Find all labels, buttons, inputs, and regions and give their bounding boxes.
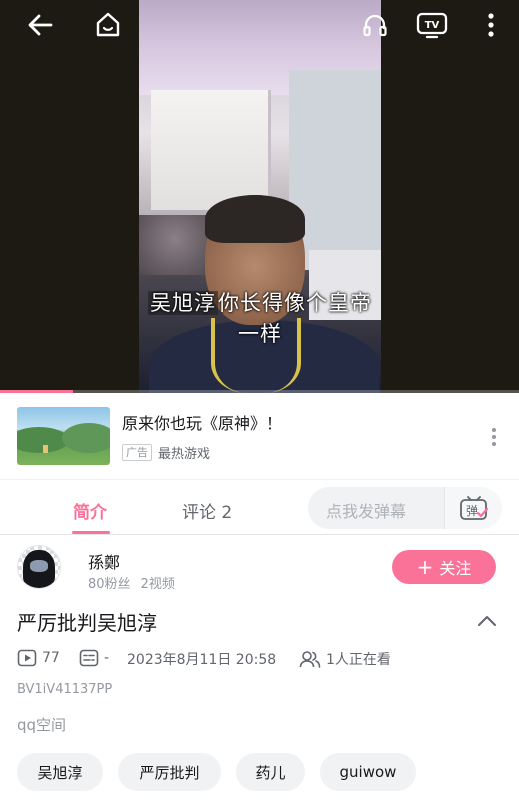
video-stats: 77 - 2023年8月11日 20:58 1人正在看 — [0, 641, 519, 675]
description-row: qq空间 — [0, 707, 519, 741]
title-row: 严厉批判吴旭淳 — [0, 607, 519, 641]
chevron-up-icon[interactable] — [477, 613, 497, 627]
tv-cast-icon[interactable]: TV — [415, 8, 449, 42]
ad-subline: 广告 最热游戏 — [122, 443, 282, 462]
ad-text: 原来你也玩《原神》！ 广告 最热游戏 — [122, 410, 282, 462]
tag-item[interactable]: 严厉批判 — [118, 753, 221, 791]
viewers-icon — [299, 651, 321, 668]
publish-date-value: 2023年8月11日 20:58 — [127, 652, 277, 668]
tag-list: 吴旭淳 严厉批判 药儿 guiwow — [0, 741, 519, 791]
ad-title[interactable]: 原来你也玩《原神》！ — [122, 410, 282, 434]
video-person-hair — [205, 195, 305, 243]
subtitle-line-2: 一样 — [238, 322, 282, 346]
home-icon[interactable] — [91, 8, 125, 42]
svg-text:弹: 弹 — [465, 504, 477, 518]
player-top-bar: TV — [0, 0, 519, 48]
avatar-face — [30, 560, 48, 572]
uploader-row: 孫鄭 80粉丝 2视频 + 关注 — [0, 545, 519, 607]
danmaku-count-icon — [79, 649, 99, 667]
headphones-icon[interactable] — [358, 8, 392, 42]
more-vertical-icon[interactable] — [474, 8, 508, 42]
danmaku-icon: 弹 — [459, 496, 488, 520]
back-arrow-icon[interactable] — [23, 8, 57, 42]
play-icon — [17, 649, 37, 667]
ad-source: 最热游戏 — [158, 447, 211, 462]
uploader-fans: 80粉丝 — [88, 577, 131, 592]
tag-item[interactable]: 吴旭淳 — [17, 753, 103, 791]
uploader-name[interactable]: 孫鄭 — [88, 549, 120, 573]
ad-thumbnail[interactable] — [17, 407, 110, 465]
uploader-videos: 2视频 — [140, 577, 175, 592]
ad-card[interactable]: 原来你也玩《原神》！ 广告 最热游戏 — [0, 393, 519, 479]
danmaku-count: - — [79, 649, 109, 667]
video-window — [151, 90, 271, 210]
tab-comments[interactable]: 评论 2 — [182, 498, 232, 523]
follow-label: 关注 — [439, 559, 472, 578]
danmaku-input[interactable]: 点我发弹幕 弹 — [308, 487, 502, 529]
tag-item[interactable]: 药儿 — [236, 753, 305, 791]
tab-intro[interactable]: 简介 — [73, 498, 107, 523]
ad-thumb-character — [43, 445, 48, 453]
ad-thumb-hill-2 — [62, 423, 110, 453]
video-player[interactable]: 吴旭淳你长得像个皇帝 一样 TV — [0, 0, 519, 393]
plus-icon: + — [416, 555, 434, 579]
svg-text:TV: TV — [425, 20, 440, 31]
danmaku-placeholder: 点我发弹幕 — [326, 502, 407, 521]
watching-now-value: 1人正在看 — [326, 652, 391, 668]
play-count-value: 77 — [42, 650, 60, 666]
subtitle-name: 吴旭淳 — [148, 291, 218, 315]
video-description: qq空间 — [17, 716, 67, 734]
ad-badge: 广告 — [122, 444, 152, 461]
uploader-meta: 80粉丝 2视频 — [88, 573, 175, 592]
tab-active-indicator — [72, 531, 110, 534]
bvid[interactable]: BV1iV41137PP — [17, 682, 112, 697]
play-count: 77 — [17, 649, 60, 667]
tab-bar: 简介 评论 2 点我发弹幕 弹 — [0, 479, 519, 535]
bvid-row: BV1iV41137PP — [0, 675, 519, 707]
video-title: 严厉批判吴旭淳 — [17, 611, 157, 635]
danmaku-toggle-button[interactable]: 弹 — [444, 487, 502, 529]
publish-date: 2023年8月11日 20:58 — [127, 649, 276, 669]
watching-now: 1人正在看 — [299, 649, 391, 669]
avatar[interactable] — [17, 545, 61, 589]
danmaku-count-value: - — [104, 650, 110, 666]
subtitle-line-1: 吴旭淳你长得像个皇帝 — [139, 287, 381, 317]
ad-more-icon[interactable] — [491, 428, 497, 449]
subtitle-line-1-text: 你长得像个皇帝 — [218, 291, 372, 315]
follow-button[interactable]: + 关注 — [392, 550, 496, 584]
tag-item[interactable]: guiwow — [320, 753, 416, 791]
